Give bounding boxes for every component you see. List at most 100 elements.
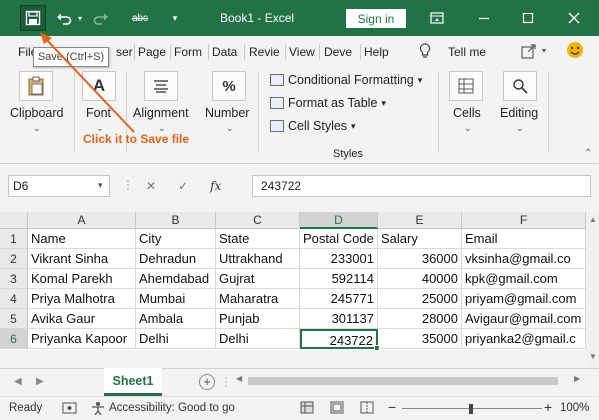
insert-function-icon[interactable]: fx (210, 179, 221, 193)
cell-f2[interactable]: vksinha@gmail.co (462, 249, 586, 269)
editing-search-icon[interactable] (503, 71, 537, 101)
alignment-icon[interactable] (144, 71, 178, 101)
zoom-out-icon[interactable]: − (388, 399, 396, 415)
zoom-level[interactable]: 100% (560, 402, 589, 414)
clipboard-icon[interactable] (19, 71, 53, 101)
tab-formulas[interactable]: Form (174, 45, 202, 59)
page-break-preview-icon[interactable] (360, 401, 374, 418)
cell-a5[interactable]: Avika Gaur (28, 309, 136, 329)
cell-e1[interactable]: Salary (378, 229, 462, 249)
cell-styles-button[interactable]: Cell Styles ▾ (270, 119, 356, 133)
cell-a4[interactable]: Priya Malhotra (28, 289, 136, 309)
formula-input[interactable]: 243722 (252, 175, 591, 197)
clipboard-chevron-icon[interactable]: ⌄ (33, 123, 41, 134)
tab-data[interactable]: Data (212, 45, 237, 59)
cell-d1[interactable]: Postal Code (300, 229, 378, 249)
sign-in-button[interactable]: Sign in (346, 9, 406, 28)
scroll-up-icon[interactable]: ▲ (589, 215, 597, 224)
cell-b6[interactable]: Delhi (136, 329, 216, 349)
editing-group-label[interactable]: Editing (500, 106, 538, 120)
conditional-formatting-button[interactable]: Conditional Formatting ▾ (270, 73, 422, 87)
horizontal-scrollbar[interactable]: ◀ ▶ (236, 374, 586, 388)
row-header-6[interactable]: 6 (0, 329, 28, 349)
cell-e2[interactable]: 36000 (378, 249, 462, 269)
sheet-tab-sheet1[interactable]: Sheet1 (104, 368, 162, 396)
column-header-a[interactable]: A (28, 212, 136, 229)
cell-b4[interactable]: Mumbai (136, 289, 216, 309)
cell-b5[interactable]: Ambala (136, 309, 216, 329)
cell-d6[interactable]: 243722 (300, 329, 378, 349)
tab-help[interactable]: Help (364, 45, 389, 59)
tab-review[interactable]: Revie (249, 45, 280, 59)
cancel-formula-icon[interactable]: ✕ (146, 179, 156, 193)
confirm-formula-icon[interactable]: ✓ (178, 179, 188, 193)
close-icon[interactable] (564, 6, 584, 30)
vertical-scrollbar[interactable]: ▲ ▼ (586, 212, 599, 367)
alignment-group-label[interactable]: Alignment (133, 106, 189, 120)
cell-f6[interactable]: priyanka2@gmail.c (462, 329, 586, 349)
cell-a2[interactable]: Vikrant Sinha (28, 249, 136, 269)
cell-b3[interactable]: Ahemdabad (136, 269, 216, 289)
add-sheet-icon[interactable]: + (199, 374, 215, 390)
cell-d4[interactable]: 245771 (300, 289, 378, 309)
format-as-table-button[interactable]: Format as Table ▾ (270, 96, 386, 110)
column-header-d[interactable]: D (300, 212, 378, 229)
column-header-b[interactable]: B (136, 212, 216, 229)
horizontal-scroll-thumb[interactable] (248, 377, 558, 385)
cells-group-label[interactable]: Cells (453, 106, 481, 120)
cell-f3[interactable]: kpk@gmail.com (462, 269, 586, 289)
tab-split-icon[interactable]: ⋮ (220, 375, 232, 389)
spreadsheet-grid[interactable]: ABCDEF 123456 Name City State Postal Code Sa… (0, 212, 599, 351)
row-header-3[interactable]: 3 (0, 269, 28, 289)
cell-b1[interactable]: City (136, 229, 216, 249)
cell-c5[interactable]: Punjab (216, 309, 300, 329)
page-layout-view-icon[interactable] (330, 401, 344, 418)
column-header-c[interactable]: C (216, 212, 300, 229)
prev-sheet-icon[interactable]: ◀ (14, 376, 22, 387)
clipboard-group-label[interactable]: Clipboard (10, 106, 64, 120)
cell-a1[interactable]: Name (28, 229, 136, 249)
column-header-e[interactable]: E (378, 212, 462, 229)
row-header-4[interactable]: 4 (0, 289, 28, 309)
name-box-dropdown-icon[interactable]: ▾ (98, 180, 103, 191)
column-header-f[interactable]: F (462, 212, 586, 229)
cell-e4[interactable]: 25000 (378, 289, 462, 309)
number-group-label[interactable]: Number (205, 106, 249, 120)
cell-c4[interactable]: Maharatra (216, 289, 300, 309)
cell-b2[interactable]: Dehradun (136, 249, 216, 269)
cell-c3[interactable]: Gujrat (216, 269, 300, 289)
next-sheet-icon[interactable]: ▶ (36, 376, 44, 387)
zoom-in-icon[interactable]: + (544, 399, 552, 415)
undo-dropdown-icon[interactable]: ▾ (74, 6, 86, 30)
row-header-5[interactable]: 5 (0, 309, 28, 329)
cell-d5[interactable]: 301137 (300, 309, 378, 329)
row-header-1[interactable]: 1 (0, 229, 28, 249)
cell-f1[interactable]: Email (462, 229, 586, 249)
cell-a6[interactable]: Priyanka Kapoor (28, 329, 136, 349)
accessibility-status[interactable]: Accessibility: Good to go (109, 402, 235, 414)
cell-d3[interactable]: 592114 (300, 269, 378, 289)
cell-c6[interactable]: Delhi (216, 329, 300, 349)
accessibility-icon[interactable] (90, 401, 106, 418)
editing-chevron-icon[interactable]: ⌄ (516, 123, 524, 134)
scroll-left-icon[interactable]: ◀ (236, 374, 242, 383)
cell-e5[interactable]: 28000 (378, 309, 462, 329)
ribbon-display-options-icon[interactable] (428, 6, 446, 30)
share-dropdown-icon[interactable]: ▾ (542, 46, 546, 55)
minimize-icon[interactable] (474, 6, 494, 30)
share-icon[interactable] (520, 42, 538, 63)
tell-me-search[interactable]: Tell me (448, 45, 486, 59)
scroll-down-icon[interactable]: ▼ (589, 352, 597, 361)
collapse-ribbon-icon[interactable]: ⌃ (584, 148, 592, 159)
undo-icon[interactable] (54, 6, 74, 30)
number-format-icon[interactable]: % (212, 71, 246, 101)
tab-developer[interactable]: Deve (324, 45, 352, 59)
macro-record-icon[interactable] (62, 401, 78, 418)
tab-draw[interactable]: ser (116, 45, 133, 59)
cell-d2[interactable]: 233001 (300, 249, 378, 269)
spelling-abc-icon[interactable]: abc (130, 6, 150, 30)
cell-e6[interactable]: 35000 (378, 329, 462, 349)
cells-chevron-icon[interactable]: ⌄ (464, 123, 472, 134)
tab-page-layout[interactable]: Page (138, 45, 166, 59)
name-box[interactable]: D6 (8, 175, 110, 197)
